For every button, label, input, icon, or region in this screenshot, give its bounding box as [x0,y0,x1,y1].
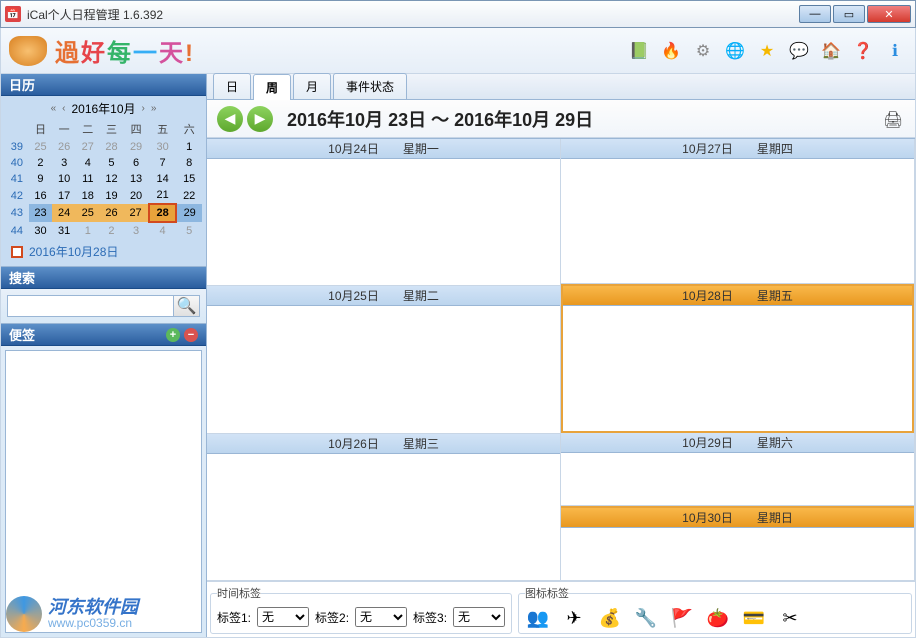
help-icon[interactable]: ❓ [851,39,875,63]
week-header: ◀ ▶ 2016年10月 23日 ～ 2016年10月 29日 🖨 [207,100,915,138]
day-cell-thu[interactable]: 10月27日星期四 [561,139,914,284]
search-panel-header: 搜索 [1,267,206,289]
plane-icon[interactable]: ✈ [561,605,587,631]
day-cell-sun[interactable]: 10月30日星期日 [561,506,914,581]
goto-today-link[interactable]: 2016年10月28日 [5,243,202,260]
star-icon[interactable]: ★ [755,39,779,63]
week-range-title: 2016年10月 23日 ～ 2016年10月 29日 [287,106,593,132]
tab-event-status[interactable]: 事件状态 [333,73,407,99]
minical-prev-year[interactable]: « [51,103,57,114]
notes-panel-header: 便签 + − [1,324,206,346]
search-input[interactable] [7,295,174,317]
tag3-select[interactable]: 无 [453,607,505,627]
watermark-logo-icon [6,596,42,632]
flame-icon[interactable]: 🔥 [659,39,683,63]
app-icon: 📅 [5,6,21,22]
globe-icon[interactable]: 🌐 [723,39,747,63]
card-icon[interactable]: 💳 [741,605,767,631]
calendar-panel-header: 日历 [1,74,206,96]
sidebar: 日历 « ‹ 2016年10月 › » 日一二三四五六 392526272829… [1,74,207,637]
day-cell-mon[interactable]: 10月24日星期一 [207,139,560,286]
tag1-select[interactable]: 无 [257,607,309,627]
book-icon[interactable]: 📗 [627,39,651,63]
time-tag-group: 时间标签 标签1: 无 标签2: 无 标签3: 无 [210,585,512,634]
minical-next-year[interactable]: » [151,103,157,114]
minical-grid: 日一二三四五六 392526272829301 402345678 419101… [5,119,202,239]
day-cell-fri[interactable]: 10月28日星期五 [561,284,914,432]
next-week-button[interactable]: ▶ [247,106,273,132]
add-note-button[interactable]: + [166,328,180,342]
window-close-button[interactable]: ✕ [867,5,911,23]
minical-prev-month[interactable]: ‹ [62,103,65,114]
chat-icon[interactable]: 💬 [787,39,811,63]
window-minimize-button[interactable]: — [799,5,831,23]
search-button[interactable]: 🔍 [174,295,200,317]
week-grid: 10月24日星期一 10月25日星期二 10月26日星期三 10月27日星期四 [207,138,915,581]
icon-tag-group: 图标标签 👥 ✈ 💰 🔧 🚩 🍅 💳 ✂ [518,585,912,634]
notes-list[interactable] [5,350,202,633]
window-title: iCal个人日程管理 1.6.392 [27,6,163,23]
flag-icon[interactable]: 🚩 [669,605,695,631]
logo-cup-icon [9,36,47,66]
day-cell-tue[interactable]: 10月25日星期二 [207,286,560,433]
tab-month[interactable]: 月 [293,73,331,99]
print-button[interactable]: 🖨 [883,110,905,128]
tool-icon[interactable]: 🔧 [633,605,659,631]
main-toolbar: 過好每一天! 📗 🔥 ⚙ 🌐 ★ 💬 🏠 ❓ ℹ [0,28,916,74]
minical-today[interactable]: 28 [149,204,177,222]
minical-next-month[interactable]: › [142,103,145,114]
content-area: 日 周 月 事件状态 ◀ ▶ 2016年10月 23日 ～ 2016年10月 2… [207,74,915,637]
money-icon[interactable]: 💰 [597,605,623,631]
gear-icon[interactable]: ⚙ [691,39,715,63]
cut-icon[interactable]: ✂ [777,605,803,631]
tag2-label: 标签2: [315,609,349,626]
mini-calendar: « ‹ 2016年10月 › » 日一二三四五六 392526272829301… [1,96,206,267]
slogan-text: 過好每一天! [55,33,195,68]
info-icon[interactable]: ℹ [883,39,907,63]
tag2-select[interactable]: 无 [355,607,407,627]
tab-day[interactable]: 日 [213,73,251,99]
window-titlebar: 📅 iCal个人日程管理 1.6.392 — ▭ ✕ [0,0,916,28]
watermark: 河东软件园 www.pc0359.cn [6,596,138,632]
today-marker-icon [11,246,23,258]
day-cell-wed[interactable]: 10月26日星期三 [207,434,560,581]
window-maximize-button[interactable]: ▭ [833,5,865,23]
prev-week-button[interactable]: ◀ [217,106,243,132]
minical-month-label: 2016年10月 [71,100,135,117]
delete-note-button[interactable]: − [184,328,198,342]
tag1-label: 标签1: [217,609,251,626]
tab-week[interactable]: 周 [253,74,291,100]
tag-bar: 时间标签 标签1: 无 标签2: 无 标签3: 无 图标标签 👥 ✈ 💰 🔧 [207,581,915,637]
people-icon[interactable]: 👥 [525,605,551,631]
tag3-label: 标签3: [413,609,447,626]
day-cell-sat[interactable]: 10月29日星期六 [561,433,914,506]
view-tabs: 日 周 月 事件状态 [207,74,915,100]
fruit-icon[interactable]: 🍅 [705,605,731,631]
home-icon[interactable]: 🏠 [819,39,843,63]
